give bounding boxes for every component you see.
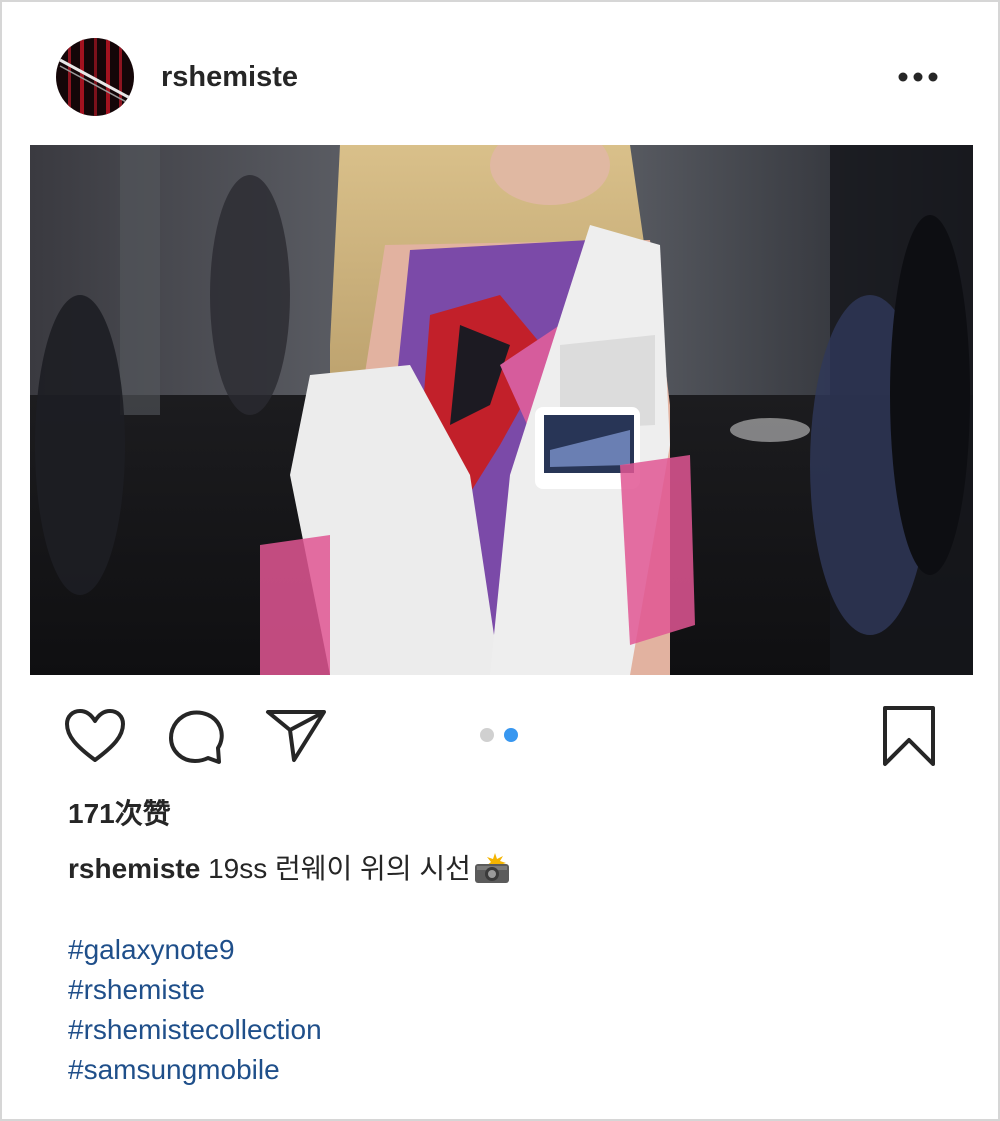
carousel-dot-active (504, 728, 518, 742)
carousel-dot (480, 728, 494, 742)
caption-text: 19ss 런웨이 위의 시선 (208, 853, 471, 884)
camera-flash-emoji (473, 852, 511, 892)
post-header: rshemiste (2, 2, 1000, 145)
post-card: rshemiste 171次赞 rshemiste 19ss 런웨이 위의 시선… (0, 0, 1000, 1121)
more-options-icon[interactable] (894, 62, 942, 92)
caption-username[interactable]: rshemiste (68, 853, 200, 884)
hashtag-list: #galaxynote9 #rshemiste #rshemistecollec… (68, 930, 322, 1090)
caption: rshemiste 19ss 런웨이 위의 시선 (68, 852, 511, 892)
comment-bubble-icon[interactable] (166, 708, 226, 768)
post-username[interactable]: rshemiste (161, 60, 298, 94)
hashtag-link[interactable]: #rshemiste (68, 970, 322, 1010)
bookmark-icon[interactable] (880, 704, 938, 768)
hashtag-link[interactable]: #samsungmobile (68, 1050, 322, 1090)
hashtag-link[interactable]: #galaxynote9 (68, 930, 322, 970)
post-image[interactable] (30, 145, 973, 675)
heart-icon[interactable] (64, 708, 126, 764)
hashtag-link[interactable]: #rshemistecollection (68, 1010, 322, 1050)
likes-count[interactable]: 171次赞 (68, 797, 171, 831)
avatar[interactable] (56, 38, 134, 116)
carousel-indicator (480, 728, 518, 744)
paper-plane-icon[interactable] (264, 706, 328, 764)
